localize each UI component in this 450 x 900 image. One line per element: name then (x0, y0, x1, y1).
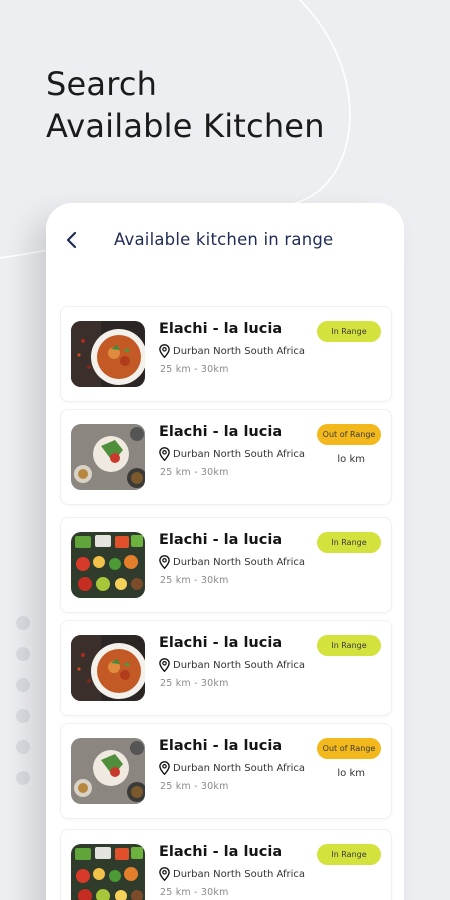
promo-heading: Search Available Kitchen (46, 63, 325, 147)
promo-line-1: Search (46, 65, 158, 103)
range-status-badge: In Range (317, 844, 381, 865)
distance-range: 25 km - 30km (160, 781, 229, 792)
kitchen-name: Elachi - la lucia (159, 844, 283, 860)
distance-km: lo km (337, 454, 365, 465)
kitchen-image (71, 532, 145, 598)
kitchen-card-5[interactable]: Elachi - la lucia Durban North South Afr… (60, 723, 392, 819)
kitchen-card-3[interactable]: Elachi - la lucia Durban North South Afr… (60, 517, 392, 613)
kitchen-address: Durban North South Africa (173, 448, 306, 460)
kitchen-image (71, 738, 145, 804)
address-row: Durban North South Africa (159, 447, 305, 461)
kitchen-address: Durban North South Africa (173, 345, 306, 357)
app-bar: Available kitchen in range (46, 203, 404, 283)
address-row: Durban North South Africa (159, 344, 305, 358)
location-pin-icon (159, 658, 170, 672)
kitchen-image (71, 844, 145, 900)
kitchen-name: Elachi - la lucia (159, 321, 283, 337)
kitchen-image (71, 635, 145, 701)
background-dots (14, 612, 34, 802)
kitchen-card-1[interactable]: Elachi - la lucia Durban North South Afr… (60, 306, 392, 402)
address-row: Durban North South Africa (159, 555, 305, 569)
kitchen-image (71, 321, 145, 387)
kitchen-address: Durban North South Africa (173, 659, 306, 671)
location-pin-icon (159, 344, 170, 358)
range-status-badge: In Range (317, 321, 381, 342)
kitchen-name: Elachi - la lucia (159, 532, 283, 548)
distance-range: 25 km - 30km (160, 678, 229, 689)
address-row: Durban North South Africa (159, 761, 305, 775)
kitchen-card-4[interactable]: Elachi - la lucia Durban North South Afr… (60, 620, 392, 716)
kitchen-image (71, 424, 145, 490)
address-row: Durban North South Africa (159, 658, 305, 672)
address-row: Durban North South Africa (159, 867, 305, 881)
range-status-badge: Out of Range (317, 424, 381, 445)
kitchen-address: Durban North South Africa (173, 868, 306, 880)
location-pin-icon (159, 867, 170, 881)
range-status-badge: In Range (317, 635, 381, 656)
range-status-badge: Out of Range (317, 738, 381, 759)
location-pin-icon (159, 761, 170, 775)
promo-line-2: Available Kitchen (46, 107, 325, 145)
distance-range: 25 km - 30km (160, 887, 229, 898)
distance-range: 25 km - 30km (160, 467, 229, 478)
kitchen-card-6[interactable]: Elachi - la lucia Durban North South Afr… (60, 829, 392, 900)
phone-screen: Available kitchen in range Elachi - la l… (46, 203, 404, 900)
kitchen-name: Elachi - la lucia (159, 635, 283, 651)
distance-km: lo km (337, 768, 365, 779)
kitchen-name: Elachi - la lucia (159, 424, 283, 440)
range-status-badge: In Range (317, 532, 381, 553)
page-title: Available kitchen in range (114, 230, 334, 249)
location-pin-icon (159, 447, 170, 461)
distance-range: 25 km - 30km (160, 364, 229, 375)
kitchen-address: Durban North South Africa (173, 762, 306, 774)
kitchen-address: Durban North South Africa (173, 556, 306, 568)
kitchen-name: Elachi - la lucia (159, 738, 283, 754)
location-pin-icon (159, 555, 170, 569)
distance-range: 25 km - 30km (160, 575, 229, 586)
kitchen-card-2[interactable]: Elachi - la lucia Durban North South Afr… (60, 409, 392, 505)
back-arrow-icon[interactable] (60, 227, 84, 253)
